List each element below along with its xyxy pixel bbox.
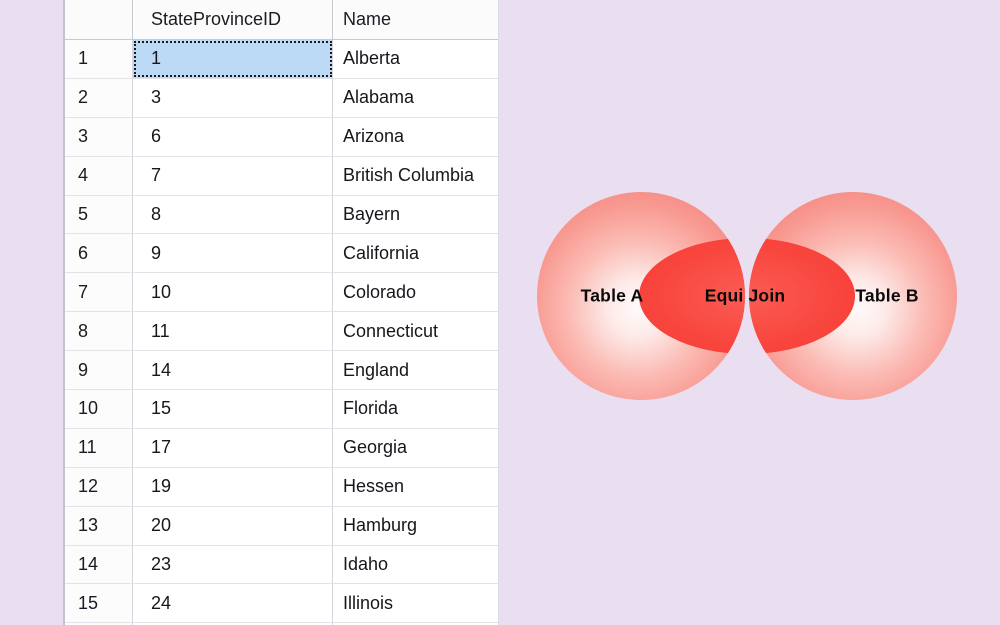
row-number[interactable]: 14 [65,545,133,584]
cell-name[interactable]: Georgia [333,429,498,467]
cell-stateprovinceid[interactable]: 23 [133,545,333,584]
venn-label-table-a: Table A [581,286,644,306]
row-number[interactable]: 11 [65,428,133,467]
cell-stateprovinceid[interactable]: 24 [133,584,333,623]
cell-stateprovinceid[interactable]: 20 [133,506,333,545]
cell-name[interactable]: Connecticut [333,312,498,350]
table-row[interactable]: 2 3 Alabama [65,78,498,118]
cell-name[interactable]: Alberta [333,40,498,78]
cell-stateprovinceid[interactable]: 7 [133,156,333,195]
row-number[interactable]: 8 [65,312,133,351]
table-row[interactable]: 12 19 Hessen [65,467,498,507]
table-row[interactable]: 11 17 Georgia [65,428,498,468]
column-header-rownum[interactable] [65,0,133,39]
cell-stateprovinceid[interactable]: 1 [133,40,333,78]
cell-stateprovinceid[interactable]: 17 [133,428,333,467]
table-row[interactable]: 13 20 Hamburg [65,506,498,546]
row-number[interactable]: 3 [65,117,133,156]
table-row[interactable]: 14 23 Idaho [65,545,498,585]
row-number[interactable]: 5 [65,195,133,234]
table-row[interactable]: 1 1 Alberta [65,40,498,79]
equi-join-venn-diagram: Table A Equi Join Table B [530,185,964,409]
venn-label-table-b: Table B [855,286,918,306]
row-number[interactable]: 10 [65,390,133,428]
cell-name[interactable]: Florida [333,390,498,428]
row-number[interactable]: 15 [65,584,133,623]
table-row[interactable]: 5 8 Bayern [65,195,498,235]
table-row[interactable]: 10 15 Florida [65,390,498,429]
row-number[interactable]: 6 [65,234,133,273]
cell-name[interactable]: England [333,351,498,389]
cell-stateprovinceid[interactable]: 9 [133,234,333,273]
cell-name[interactable]: Illinois [333,584,498,622]
cell-stateprovinceid[interactable]: 11 [133,312,333,351]
cell-name[interactable]: Idaho [333,546,498,584]
cell-stateprovinceid[interactable]: 8 [133,195,333,234]
cell-stateprovinceid[interactable]: 14 [133,351,333,390]
table-row[interactable]: 6 9 California [65,234,498,274]
row-number[interactable]: 9 [65,351,133,390]
cell-name[interactable]: British Columbia [333,157,498,195]
table-row[interactable]: 3 6 Arizona [65,117,498,157]
column-header-stateprovinceid[interactable]: StateProvinceID [133,0,333,39]
table-row[interactable]: 4 7 British Columbia [65,156,498,196]
cell-stateprovinceid[interactable]: 3 [133,78,333,117]
cell-stateprovinceid[interactable]: 15 [133,390,333,428]
column-header-name[interactable]: Name [333,0,498,39]
venn-label-equi-join: Equi Join [705,286,786,306]
cell-name[interactable]: Colorado [333,273,498,311]
table-row[interactable]: 15 24 Illinois [65,584,498,624]
cell-name[interactable]: Alabama [333,79,498,117]
results-grid[interactable]: StateProvinceID Name 1 1 Alberta 2 3 Ala… [63,0,499,625]
grid-header-row: StateProvinceID Name [65,0,498,40]
cell-name[interactable]: California [333,234,498,272]
row-number[interactable]: 4 [65,156,133,195]
row-number[interactable]: 12 [65,467,133,506]
row-number[interactable]: 13 [65,506,133,545]
table-row[interactable]: 8 11 Connecticut [65,312,498,352]
cell-stateprovinceid[interactable]: 6 [133,117,333,156]
cell-name[interactable]: Hamburg [333,507,498,545]
row-number[interactable]: 7 [65,273,133,312]
table-row[interactable]: 9 14 England [65,351,498,391]
cell-stateprovinceid[interactable]: 19 [133,467,333,506]
cell-stateprovinceid[interactable]: 10 [133,273,333,312]
cell-name[interactable]: Hessen [333,468,498,506]
cell-name[interactable]: Bayern [333,196,498,234]
table-row[interactable]: 7 10 Colorado [65,273,498,313]
cell-name[interactable]: Arizona [333,118,498,156]
row-number[interactable]: 2 [65,78,133,117]
row-number[interactable]: 1 [65,40,133,78]
